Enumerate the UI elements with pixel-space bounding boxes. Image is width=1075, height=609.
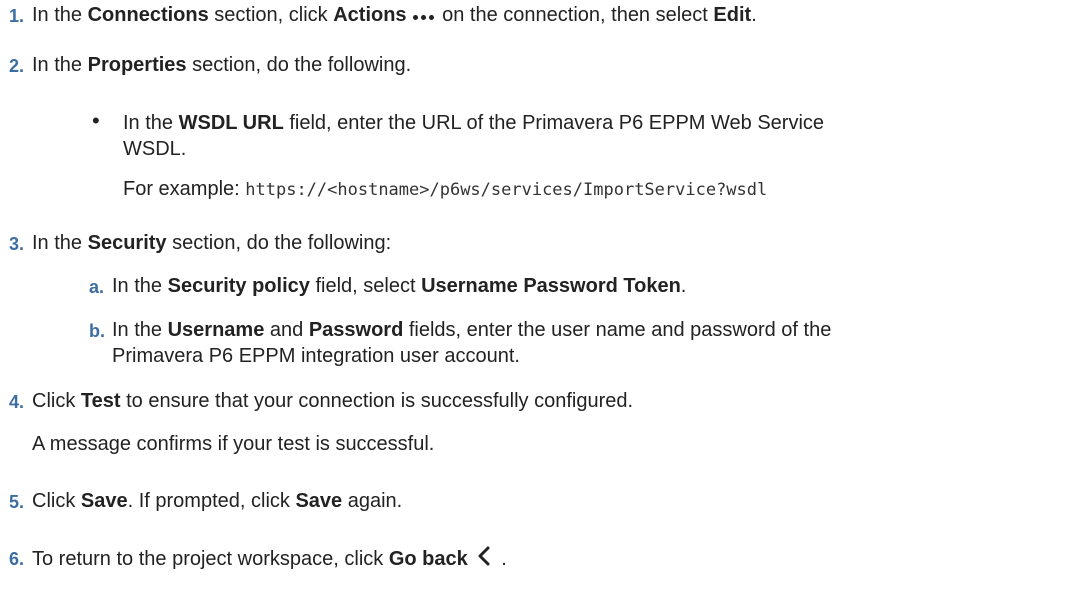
step-3-suffix: section, do the following: <box>166 232 392 254</box>
username-label: Username <box>167 319 265 341</box>
step-2-text: In the Properties section, do the follow… <box>32 52 411 78</box>
password-label: Password <box>308 319 404 341</box>
step-1-mid1: section, click <box>208 4 334 26</box>
example-label: For example: <box>123 178 246 200</box>
actions-label: Actions <box>333 4 407 26</box>
step-6-number: 6. <box>9 549 25 569</box>
substep-b-line-2: Primavera P6 EPPM integration user accou… <box>112 345 520 367</box>
example-line: For example: https://<hostname>/p6ws/ser… <box>123 176 767 203</box>
security-policy-label: Security policy <box>167 275 310 297</box>
step-4-prefix: Click <box>32 390 81 412</box>
wsdl-prefix: In the <box>123 112 179 134</box>
substep-a-mid1: field, select <box>309 275 422 297</box>
step-5-suffix: again. <box>342 490 403 512</box>
more-actions-icon <box>407 10 437 22</box>
step-6-suffix: . <box>495 548 507 570</box>
substep-b-line1-suffix: fields, enter the user name and password… <box>403 319 832 341</box>
wsdl-bullet-line-2: WSDL. <box>123 138 187 160</box>
substep-b-mid1: and <box>264 319 309 341</box>
example-code: https://<hostname>/p6ws/services/ImportS… <box>245 180 768 200</box>
security-label: Security <box>87 232 167 254</box>
substep-b-letter: b. <box>89 321 105 341</box>
step-1-prefix: In the <box>32 4 88 26</box>
step-3-number: 3. <box>9 234 25 254</box>
step-1-text: In the Connections section, click Action… <box>32 2 757 28</box>
go-back-label: Go back <box>388 548 468 570</box>
instructions-document: 1. In the Connections section, click Act… <box>0 0 1075 609</box>
properties-label: Properties <box>87 54 187 76</box>
step-4-text: Click Test to ensure that your connectio… <box>32 388 633 414</box>
step-6-prefix: To return to the project workspace, clic… <box>32 548 389 570</box>
test-label: Test <box>80 390 121 412</box>
step-1-suffix: . <box>751 4 757 26</box>
step-4-number: 4. <box>9 392 25 412</box>
substep-a-letter: a. <box>89 277 105 297</box>
chevron-left-icon <box>478 546 490 566</box>
step-4-note: A message confirms if your test is succe… <box>32 433 435 455</box>
connections-label: Connections <box>87 4 209 26</box>
save-label: Save <box>80 490 128 512</box>
step-5-mid1: . If prompted, click <box>127 490 296 512</box>
wsdl-url-label: WSDL URL <box>178 112 284 134</box>
step-5-number: 5. <box>9 492 25 512</box>
step-1-mid2: on the connection, then select <box>436 4 714 26</box>
substep-b-prefix: In the <box>112 319 168 341</box>
step-2-suffix: section, do the following. <box>186 54 412 76</box>
step-5-text: Click Save. If prompted, click Save agai… <box>32 488 402 514</box>
substep-a-prefix: In the <box>112 275 168 297</box>
wsdl-bullet-line-1: In the WSDL URL field, enter the URL of … <box>123 110 824 136</box>
substep-a-suffix: . <box>680 275 687 297</box>
substep-b-line-1: In the Username and Password fields, ent… <box>112 317 831 343</box>
step-2-number: 2. <box>9 56 25 76</box>
step-6-text: To return to the project workspace, clic… <box>32 545 507 572</box>
step-2-prefix: In the <box>32 54 88 76</box>
step-3-text: In the Security section, do the followin… <box>32 230 391 256</box>
step-3-prefix: In the <box>32 232 88 254</box>
step-5-prefix: Click <box>32 490 81 512</box>
step-1-number: 1. <box>9 6 25 26</box>
step-4-suffix: to ensure that your connection is succes… <box>120 390 634 412</box>
username-password-token-label: Username Password Token <box>421 275 681 297</box>
wsdl-line1-suffix: field, enter the URL of the Primavera P6… <box>283 112 825 134</box>
bullet-icon: • <box>92 108 100 133</box>
substep-a-text: In the Security policy field, select Use… <box>112 273 686 299</box>
save-again-label: Save <box>295 490 343 512</box>
edit-label: Edit <box>713 4 752 26</box>
